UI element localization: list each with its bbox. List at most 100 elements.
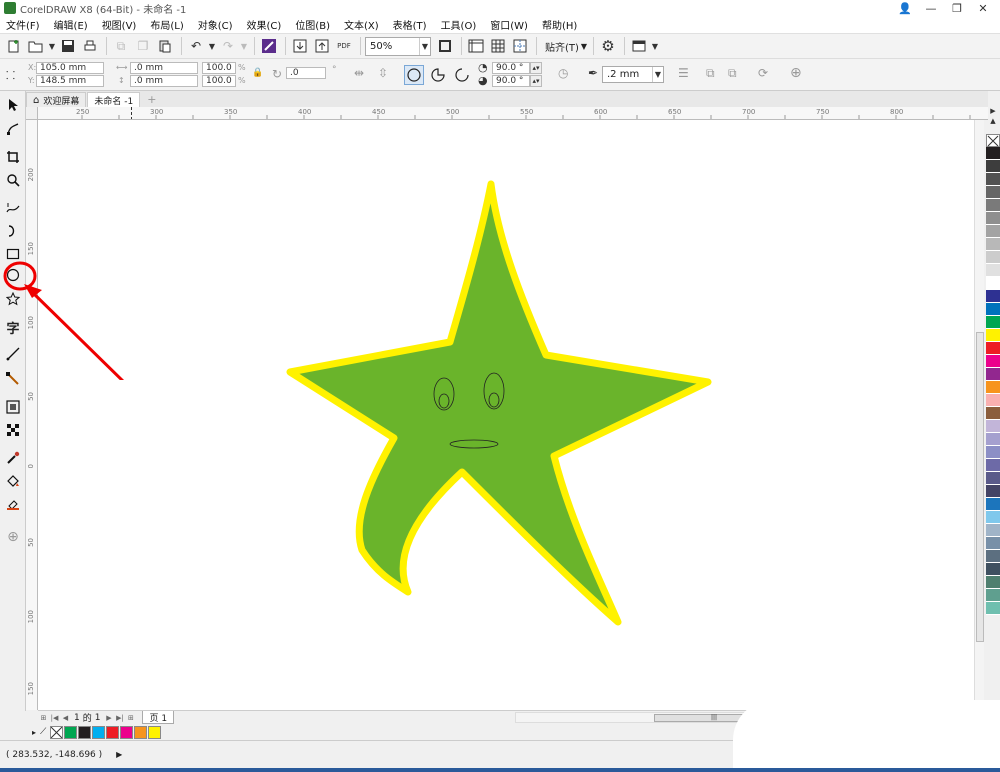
eyedropper-icon[interactable]: ⟋ — [40, 727, 46, 737]
tab-welcome-screen[interactable]: ⌂ 欢迎屏幕 — [26, 92, 87, 107]
rotation-field[interactable]: .0 — [286, 67, 326, 79]
color-swatch[interactable] — [986, 160, 1000, 173]
account-icon[interactable]: 👤 — [892, 0, 918, 16]
color-swatch[interactable] — [986, 433, 1000, 446]
cut-icon[interactable]: ⧉ — [111, 36, 131, 56]
lock-ratio-icon[interactable]: 🔒 — [252, 68, 263, 78]
vertical-scrollbar[interactable] — [974, 120, 984, 710]
first-page-icon[interactable]: |◀ — [49, 713, 60, 723]
publish-pdf-icon[interactable]: PDF — [334, 36, 354, 56]
end-angle-spinner[interactable]: ▴▾ — [530, 75, 542, 87]
new-document-icon[interactable] — [4, 36, 24, 56]
color-swatch[interactable] — [986, 199, 1000, 212]
horizontal-ruler[interactable]: 250 300 350 400 450 500 550 600 650 700 … — [38, 107, 988, 120]
star-shape[interactable] — [286, 180, 712, 626]
color-swatch[interactable] — [986, 381, 1000, 394]
color-swatch[interactable] — [986, 550, 1000, 563]
color-swatch[interactable] — [986, 537, 1000, 550]
color-swatch[interactable] — [986, 524, 1000, 537]
snap-to-select[interactable]: 贴齐(T) ▼ — [541, 37, 589, 56]
color-swatch[interactable] — [986, 472, 1000, 485]
full-screen-icon[interactable] — [435, 36, 455, 56]
color-swatch[interactable] — [986, 225, 1000, 238]
add-page-before-icon[interactable]: ⊞ — [38, 713, 49, 723]
color-swatch[interactable] — [986, 459, 1000, 472]
color-swatch[interactable] — [986, 186, 1000, 199]
minimize-button[interactable]: — — [918, 0, 944, 16]
end-angle-field[interactable]: 90.0 ° — [492, 75, 530, 87]
scale-width-field[interactable]: 100.0 — [202, 62, 236, 74]
to-front-icon[interactable]: ⧉ — [706, 66, 715, 81]
color-swatch[interactable] — [986, 277, 1000, 290]
color-swatch[interactable] — [986, 264, 1000, 277]
last-page-icon[interactable]: ▶| — [114, 713, 125, 723]
transparency-tool-icon[interactable] — [3, 420, 23, 440]
restore-button[interactable]: ❐ — [944, 0, 970, 16]
menu-file[interactable]: 文件(F) — [6, 17, 40, 32]
undo-dropdown-icon[interactable]: ▼ — [208, 36, 216, 56]
color-swatch[interactable] — [986, 303, 1000, 316]
wrap-text-icon[interactable]: ☰ — [678, 66, 689, 80]
drop-shadow-tool-icon[interactable] — [3, 397, 23, 417]
color-swatch[interactable] — [986, 238, 1000, 251]
menu-view[interactable]: 视图(V) — [102, 17, 137, 32]
mirror-vertical-icon[interactable]: ⇳ — [378, 66, 388, 80]
redo-icon[interactable]: ↷ — [218, 36, 238, 56]
application-launcher-icon[interactable] — [629, 36, 649, 56]
color-swatch[interactable] — [986, 251, 1000, 264]
next-page-icon[interactable]: ▶ — [103, 713, 114, 723]
search-content-icon[interactable] — [259, 36, 279, 56]
zoom-level-select[interactable]: 50% ▼ — [365, 36, 431, 56]
color-swatch[interactable] — [986, 446, 1000, 459]
page-tab-1[interactable]: 页 1 — [142, 711, 175, 724]
pick-tool-icon[interactable] — [3, 95, 23, 115]
tab-untitled-1[interactable]: 未命名 -1 — [87, 92, 141, 107]
outline-width-select[interactable]: .2 mm ▼ — [602, 66, 664, 83]
vertical-ruler[interactable]: 200 150 100 50 0 50 100 150 — [26, 120, 38, 710]
show-guidelines-icon[interactable] — [510, 36, 530, 56]
color-swatch[interactable] — [986, 316, 1000, 329]
document-color-swatch[interactable] — [120, 725, 134, 739]
color-swatch[interactable] — [986, 485, 1000, 498]
copy-icon[interactable]: ❐ — [133, 36, 153, 56]
prev-page-icon[interactable]: ◀ — [60, 713, 71, 723]
freehand-tool-icon[interactable] — [3, 198, 23, 218]
paste-icon[interactable] — [155, 36, 175, 56]
color-swatch[interactable] — [986, 290, 1000, 303]
interactive-fill-tool-icon[interactable] — [3, 471, 23, 491]
color-swatch[interactable] — [986, 511, 1000, 524]
menu-effects[interactable]: 效果(C) — [247, 17, 282, 32]
show-grid-icon[interactable] — [488, 36, 508, 56]
menu-layout[interactable]: 布局(L) — [150, 17, 183, 32]
color-eyedropper-tool-icon[interactable] — [3, 448, 23, 468]
start-angle-field[interactable]: 90.0 ° — [492, 62, 530, 74]
color-swatch[interactable] — [986, 407, 1000, 420]
arc-mode-button[interactable] — [452, 65, 472, 85]
x-position-field[interactable]: 105.0 mm — [36, 62, 104, 74]
menu-table[interactable]: 表格(T) — [393, 17, 427, 32]
menu-tools[interactable]: 工具(O) — [441, 17, 477, 32]
no-color-swatch[interactable] — [50, 725, 64, 739]
options-gear-icon[interactable]: ⚙ — [598, 36, 618, 56]
smart-fill-tool-icon[interactable] — [3, 494, 23, 514]
document-color-swatch[interactable] — [106, 725, 120, 739]
start-angle-spinner[interactable]: ▴▾ — [530, 62, 542, 74]
show-rulers-icon[interactable] — [466, 36, 486, 56]
color-swatch[interactable] — [986, 355, 1000, 368]
add-tool-icon[interactable]: ⊕ — [3, 527, 23, 547]
color-swatch[interactable] — [986, 602, 1000, 615]
y-position-field[interactable]: 148.5 mm — [36, 75, 104, 87]
close-button[interactable]: ✕ — [970, 0, 996, 16]
ruler-origin[interactable] — [26, 107, 38, 120]
undo-icon[interactable]: ↶ — [186, 36, 206, 56]
pie-mode-button[interactable] — [428, 65, 448, 85]
no-color-swatch[interactable] — [986, 134, 1000, 147]
menu-edit[interactable]: 编辑(E) — [54, 17, 88, 32]
menu-object[interactable]: 对象(C) — [198, 17, 233, 32]
ellipse-mode-button[interactable] — [404, 65, 424, 85]
crop-tool-icon[interactable] — [3, 147, 23, 167]
document-color-swatch[interactable] — [148, 725, 162, 739]
document-color-swatch[interactable] — [78, 725, 92, 739]
redo-dropdown-icon[interactable]: ▼ — [240, 36, 248, 56]
scale-height-field[interactable]: 100.0 — [202, 75, 236, 87]
